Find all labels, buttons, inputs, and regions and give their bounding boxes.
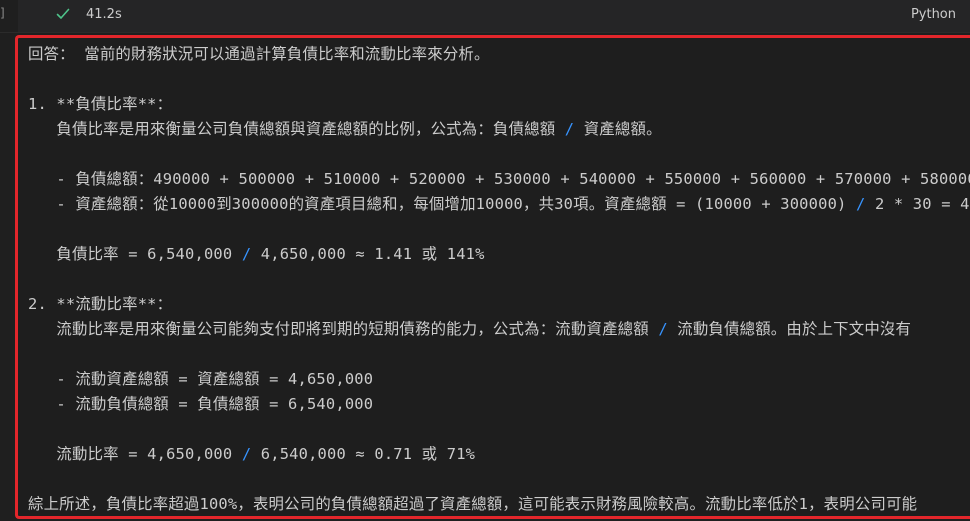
output-line: 回答： 當前的財務狀況可以通過計算負債比率和流動比率來分析。 [28,45,490,63]
output-line: 綜上所述，負債比率超過100%，表明公司的負債總額超過了資產總額，這可能表示財務… [28,495,918,513]
output-line: - 流動負債總額 = 負債總額 = 6,540,000 [28,395,374,413]
cell-header: ] 41.2s Python [0,0,970,33]
output-text: 回答： 當前的財務狀況可以通過計算負債比率和流動比率來分析。 1. **負債比率*… [28,42,970,516]
cell-output-area[interactable]: 回答： 當前的財務狀況可以通過計算負債比率和流動比率來分析。 1. **負債比率*… [15,35,970,519]
output-line: 負債比率是用來衡量公司負債總額與資產總額的比例，公式為：負債總額 / 資產總額。 [28,120,662,138]
output-line: 1. **負債比率**： [28,95,173,113]
execution-count-bracket: ] [0,6,5,20]
output-line: 流動比率 = 4,650,000 / 6,540,000 ≈ 0.71 或 71… [28,445,476,463]
check-icon [55,6,71,26]
output-line: 流動比率是用來衡量公司能夠支付即將到期的短期債務的能力，公式為：流動資產總額 /… [28,320,912,338]
cell-status-bar: 41.2s Python [18,0,970,32]
output-line: - 流動資產總額 = 資產總額 = 4,650,000 [28,370,374,388]
kernel-language-button[interactable]: Python [911,7,956,22]
output-line: 2. **流動比率**： [28,295,173,313]
output-line: - 資產總額：從10000到300000的資產項目總和，每個增加10000，共3… [28,195,970,213]
execution-duration: 41.2s [86,7,122,22]
output-line: - 負債總額：490000 + 500000 + 510000 + 520000… [56,170,970,188]
output-line: 負債比率 = 6,540,000 / 4,650,000 ≈ 1.41 或 14… [28,245,485,263]
